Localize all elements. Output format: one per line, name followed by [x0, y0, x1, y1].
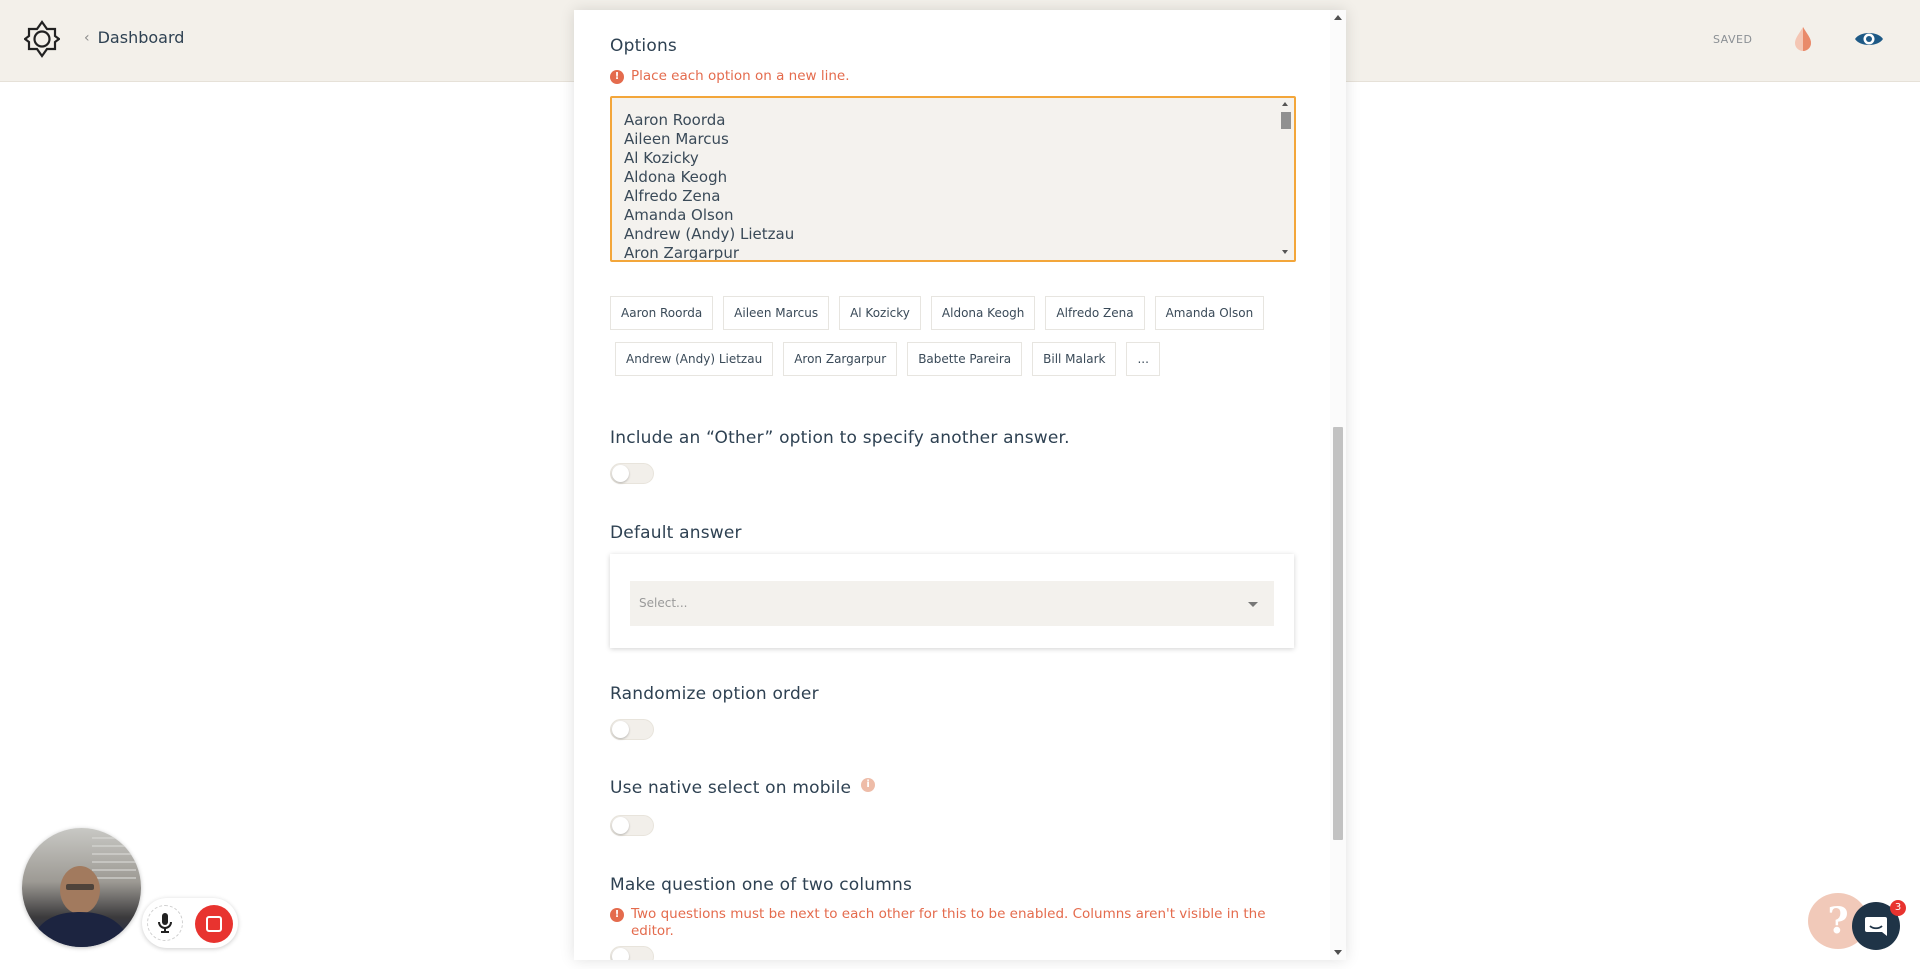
- options-preview-chips: Aaron Roorda Aileen Marcus Al Kozicky Al…: [610, 296, 1300, 388]
- other-option-label: Include an “Other” option to specify ano…: [610, 428, 1070, 448]
- info-icon: !: [610, 908, 624, 922]
- panel-scroll-thumb[interactable]: [1333, 427, 1343, 840]
- chip-row: Aaron Roorda Aileen Marcus Al Kozicky Al…: [610, 296, 1300, 330]
- stop-icon: [206, 916, 222, 932]
- back-link-label: Dashboard: [97, 28, 185, 47]
- microphone-button[interactable]: [147, 905, 183, 941]
- options-textarea[interactable]: Aaron Roorda Aileen Marcus Al Kozicky Al…: [610, 96, 1296, 262]
- theme-drop-icon[interactable]: [1792, 26, 1814, 52]
- textarea-line: Aron Zargarpur: [624, 244, 739, 262]
- stop-recording-button[interactable]: [195, 905, 233, 943]
- preview-eye-icon[interactable]: [1854, 28, 1884, 50]
- textarea-scroll-thumb[interactable]: [1281, 112, 1291, 129]
- textarea-line: Alfredo Zena: [624, 187, 721, 205]
- panel-scrollbar[interactable]: [1330, 10, 1346, 960]
- save-status: SAVED: [1713, 33, 1753, 46]
- default-answer-select[interactable]: Select...: [630, 581, 1274, 626]
- option-chip: Aileen Marcus: [723, 296, 830, 330]
- option-chip: Aldona Keogh: [930, 296, 1036, 330]
- option-chip: Aron Zargarpur: [783, 342, 898, 376]
- randomize-toggle[interactable]: [610, 719, 654, 740]
- webcam-person-image: [30, 837, 136, 947]
- scroll-down-icon[interactable]: [1334, 950, 1342, 955]
- options-label: Options: [610, 36, 677, 56]
- textarea-scrollbar[interactable]: [1278, 98, 1294, 260]
- webcam-preview[interactable]: [22, 828, 141, 947]
- option-chip: Andrew (Andy) Lietzau: [615, 342, 774, 376]
- default-answer-label: Default answer: [610, 523, 742, 543]
- chevron-down-icon: [1248, 602, 1258, 607]
- textarea-line: Aileen Marcus: [624, 130, 729, 148]
- option-chip: Bill Malark: [1032, 342, 1117, 376]
- default-answer-card: Select...: [610, 554, 1294, 648]
- chevron-left-icon: ‹: [84, 29, 90, 46]
- question-settings-panel: Options ! Place each option on a new lin…: [574, 10, 1346, 960]
- option-chip: Babette Pareira: [907, 342, 1023, 376]
- columns-toggle[interactable]: [610, 946, 654, 960]
- options-hint: ! Place each option on a new line.: [610, 68, 850, 85]
- option-chip: Amanda Olson: [1154, 296, 1265, 330]
- chat-notification-badge: 3: [1890, 900, 1906, 916]
- columns-hint: ! Two questions must be next to each oth…: [610, 906, 1300, 940]
- recorder-controls: [142, 898, 238, 948]
- textarea-line: Aldona Keogh: [624, 168, 728, 186]
- textarea-line: Amanda Olson: [624, 206, 734, 224]
- other-option-toggle[interactable]: [610, 463, 654, 484]
- scroll-down-icon[interactable]: [1282, 250, 1288, 254]
- microphone-icon: [158, 913, 172, 933]
- option-chip: Al Kozicky: [839, 296, 921, 330]
- native-select-label: Use native select on mobile i: [610, 778, 876, 798]
- native-select-label-text: Use native select on mobile: [610, 778, 852, 798]
- columns-label: Make question one of two columns: [610, 875, 913, 895]
- back-to-dashboard-link[interactable]: ‹ Dashboard: [84, 28, 184, 47]
- chat-icon: [1865, 917, 1887, 936]
- logo-icon[interactable]: [24, 20, 60, 58]
- native-select-toggle[interactable]: [610, 815, 654, 836]
- textarea-line: Andrew (Andy) Lietzau: [624, 225, 795, 243]
- scroll-up-icon[interactable]: [1282, 102, 1288, 106]
- options-textarea-lines: Aaron Roorda Aileen Marcus Al Kozicky Al…: [624, 111, 795, 262]
- more-options-chip[interactable]: ...: [1126, 342, 1160, 376]
- scroll-up-icon[interactable]: [1334, 15, 1342, 20]
- textarea-line: Al Kozicky: [624, 149, 699, 167]
- randomize-label: Randomize option order: [610, 684, 819, 704]
- info-icon: !: [610, 70, 624, 84]
- chip-row: Andrew (Andy) Lietzau Aron Zargarpur Bab…: [610, 342, 1300, 376]
- select-placeholder: Select...: [639, 596, 688, 610]
- columns-hint-text: Two questions must be next to each other…: [631, 906, 1266, 939]
- info-icon[interactable]: i: [861, 778, 876, 792]
- option-chip: Aaron Roorda: [610, 296, 714, 330]
- option-chip: Alfredo Zena: [1045, 296, 1145, 330]
- textarea-line: Aaron Roorda: [624, 111, 726, 129]
- options-hint-text: Place each option on a new line.: [631, 68, 850, 84]
